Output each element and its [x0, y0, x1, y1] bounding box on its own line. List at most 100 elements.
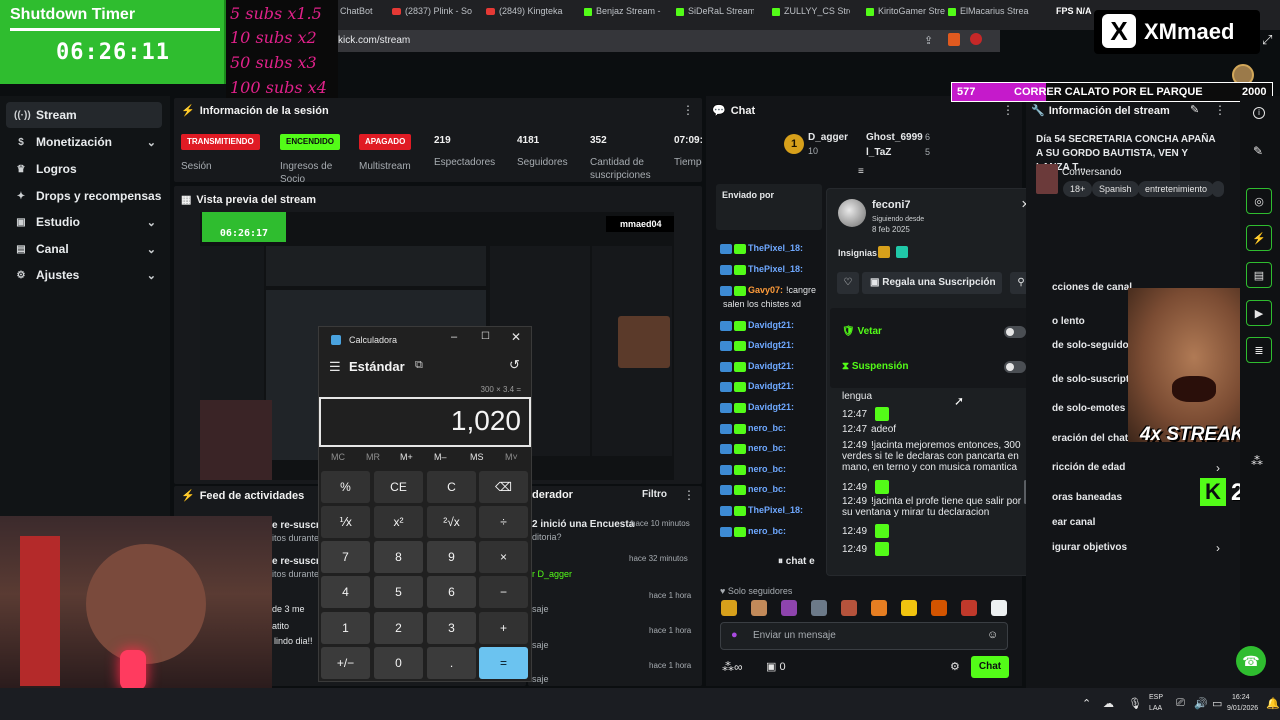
chat-input[interactable]: ● Enviar un mensaje ☺: [720, 622, 1008, 650]
chat-message[interactable]: Davidgt21:: [720, 381, 797, 392]
rail-button-doc[interactable]: ▤: [1246, 262, 1272, 288]
hamburger-menu-icon[interactable]: ☰: [329, 359, 341, 375]
mic-tray-icon[interactable]: 🎙: [1128, 697, 1142, 710]
rail-button-list[interactable]: ≣: [1246, 337, 1272, 363]
more-options-icon[interactable]: ⋮: [682, 103, 694, 117]
chat-message[interactable]: nero_bc:: [720, 443, 789, 454]
cloud-icon[interactable]: ☁: [1103, 697, 1114, 710]
tag[interactable]: Spanish: [1092, 181, 1139, 197]
ban-toggle[interactable]: [1004, 326, 1026, 338]
close-button[interactable]: ✕: [511, 330, 521, 344]
chat-message[interactable]: Davidgt21:: [720, 320, 797, 331]
gift-sub-button[interactable]: ▣ Regala una Suscripción: [862, 272, 1002, 294]
sidebar-item-stream[interactable]: ((·)) Stream: [6, 102, 162, 128]
calc-key[interactable]: 5: [374, 576, 423, 608]
emote-icon[interactable]: [841, 600, 857, 616]
chat-username[interactable]: Davidgt21:: [748, 381, 794, 391]
rail-button-flash[interactable]: ⚡: [1246, 225, 1272, 251]
calc-key[interactable]: 4: [321, 576, 370, 608]
more-options-icon[interactable]: ⋮: [1002, 103, 1014, 117]
emote-icon[interactable]: [781, 600, 797, 616]
follow-heart-button[interactable]: ♡: [837, 272, 859, 294]
calc-key[interactable]: ²√x: [427, 506, 476, 538]
pen-icon[interactable]: ✎: [1253, 144, 1263, 158]
points-display[interactable]: ▣ 0: [766, 660, 786, 673]
mem-list[interactable]: M˅: [505, 452, 518, 462]
minimize-button[interactable]: –: [451, 331, 457, 343]
emote-icon[interactable]: [811, 600, 827, 616]
sidebar-item-estudio[interactable]: ▣ Estudio ⌄: [6, 209, 162, 235]
chevron-right-icon[interactable]: ›: [1216, 461, 1220, 475]
timeout-toggle[interactable]: [1004, 361, 1026, 373]
browser-tab[interactable]: ElMacarius Strea: [948, 6, 1036, 24]
calc-key[interactable]: 2: [374, 612, 423, 644]
chat-username[interactable]: Davidgt21:: [748, 320, 794, 330]
emote-icon[interactable]: [721, 600, 737, 616]
mem-sub[interactable]: M–: [434, 452, 447, 462]
chat-message[interactable]: nero_bc:: [720, 526, 789, 537]
sidebar-item-drops[interactable]: ✦ Drops y recompensas: [6, 183, 162, 209]
infinity-icon[interactable]: ⁂∞: [722, 660, 743, 674]
share-icon[interactable]: ⇪: [924, 34, 933, 47]
chat-message[interactable]: ThePixel_18:: [720, 505, 806, 516]
tray-chevron-icon[interactable]: ⌃: [1082, 697, 1091, 710]
history-icon[interactable]: ↺: [509, 357, 520, 373]
tag[interactable]: entretenimiento: [1138, 181, 1215, 197]
channel-setting[interactable]: de solo-emotes: [1052, 403, 1125, 414]
browser-tab[interactable]: KiritoGamer Stre: [866, 6, 946, 24]
chat-username[interactable]: ThePixel_18:: [748, 243, 803, 253]
chat-message[interactable]: ThePixel_18:: [720, 264, 806, 275]
calc-key[interactable]: C: [427, 471, 476, 503]
channel-setting[interactable]: de solo-suscript: [1052, 374, 1129, 385]
rail-button-scan[interactable]: ◎: [1246, 188, 1272, 214]
calc-key[interactable]: ⌫: [479, 471, 528, 503]
chevron-right-icon[interactable]: ›: [1216, 541, 1220, 555]
chat-username[interactable]: nero_bc:: [748, 464, 786, 474]
chat-username[interactable]: Davidgt21:: [748, 340, 794, 350]
clock-time[interactable]: 16:24: [1232, 694, 1250, 701]
edit-icon[interactable]: ✎: [1190, 103, 1199, 116]
calc-key[interactable]: 1: [321, 612, 370, 644]
send-chat-button[interactable]: Chat: [971, 656, 1009, 678]
chat-username[interactable]: nero_bc:: [748, 423, 786, 433]
maximize-button[interactable]: ☐: [481, 331, 490, 342]
more-options-icon[interactable]: ⋮: [683, 488, 695, 502]
brave-shield-icon[interactable]: [948, 33, 960, 46]
filter-button[interactable]: Filtro: [642, 489, 667, 500]
emote-icon[interactable]: [991, 600, 1007, 616]
calc-key[interactable]: 0: [374, 647, 423, 679]
calc-key[interactable]: 7: [321, 541, 370, 573]
calc-key[interactable]: 3: [427, 612, 476, 644]
emote-icon[interactable]: [901, 600, 917, 616]
calc-key[interactable]: x²: [374, 506, 423, 538]
calc-key[interactable]: 6: [427, 576, 476, 608]
support-chat-icon[interactable]: ☎: [1236, 646, 1266, 676]
tag[interactable]: 18+: [1063, 181, 1093, 197]
calc-key[interactable]: −: [479, 576, 528, 608]
chat-username[interactable]: ThePixel_18:: [748, 264, 803, 274]
nodes-icon[interactable]: ⁂: [1251, 454, 1263, 468]
chat-username[interactable]: nero_bc:: [748, 443, 786, 453]
sidebar-item-monetizacion[interactable]: $ Monetización ⌄: [6, 129, 162, 155]
channel-setting[interactable]: o lento: [1052, 316, 1085, 327]
chat-message[interactable]: ThePixel_18:: [720, 243, 806, 254]
sidebar-item-logros[interactable]: ♛ Logros: [6, 156, 162, 182]
tag-more[interactable]: [1212, 181, 1224, 197]
emote-icon[interactable]: [931, 600, 947, 616]
chat-username[interactable]: nero_bc:: [748, 484, 786, 494]
battery-icon[interactable]: ▭: [1212, 697, 1222, 710]
equals-key[interactable]: =: [479, 647, 528, 679]
emoji-icon[interactable]: ☺: [987, 629, 998, 641]
language-indicator[interactable]: ESP: [1149, 694, 1163, 701]
volume-icon[interactable]: 🔊: [1194, 697, 1208, 710]
browser-tab[interactable]: Benjaz Stream - V: [584, 6, 662, 24]
pinned-message[interactable]: Enviado por: [716, 184, 822, 230]
chat-message[interactable]: salen los chistes xd: [720, 299, 801, 309]
chat-message[interactable]: Gavy07: !cangre: [720, 285, 816, 296]
channel-setting[interactable]: ear canal: [1052, 517, 1095, 528]
emote-icon[interactable]: [871, 600, 887, 616]
channel-setting[interactable]: de solo-seguido: [1052, 340, 1129, 351]
channel-setting[interactable]: oras baneadas: [1052, 492, 1122, 503]
sidebar-item-ajustes[interactable]: ⚙ Ajustes ⌄: [6, 262, 162, 288]
sidebar-item-canal[interactable]: ▤ Canal ⌄: [6, 236, 162, 262]
